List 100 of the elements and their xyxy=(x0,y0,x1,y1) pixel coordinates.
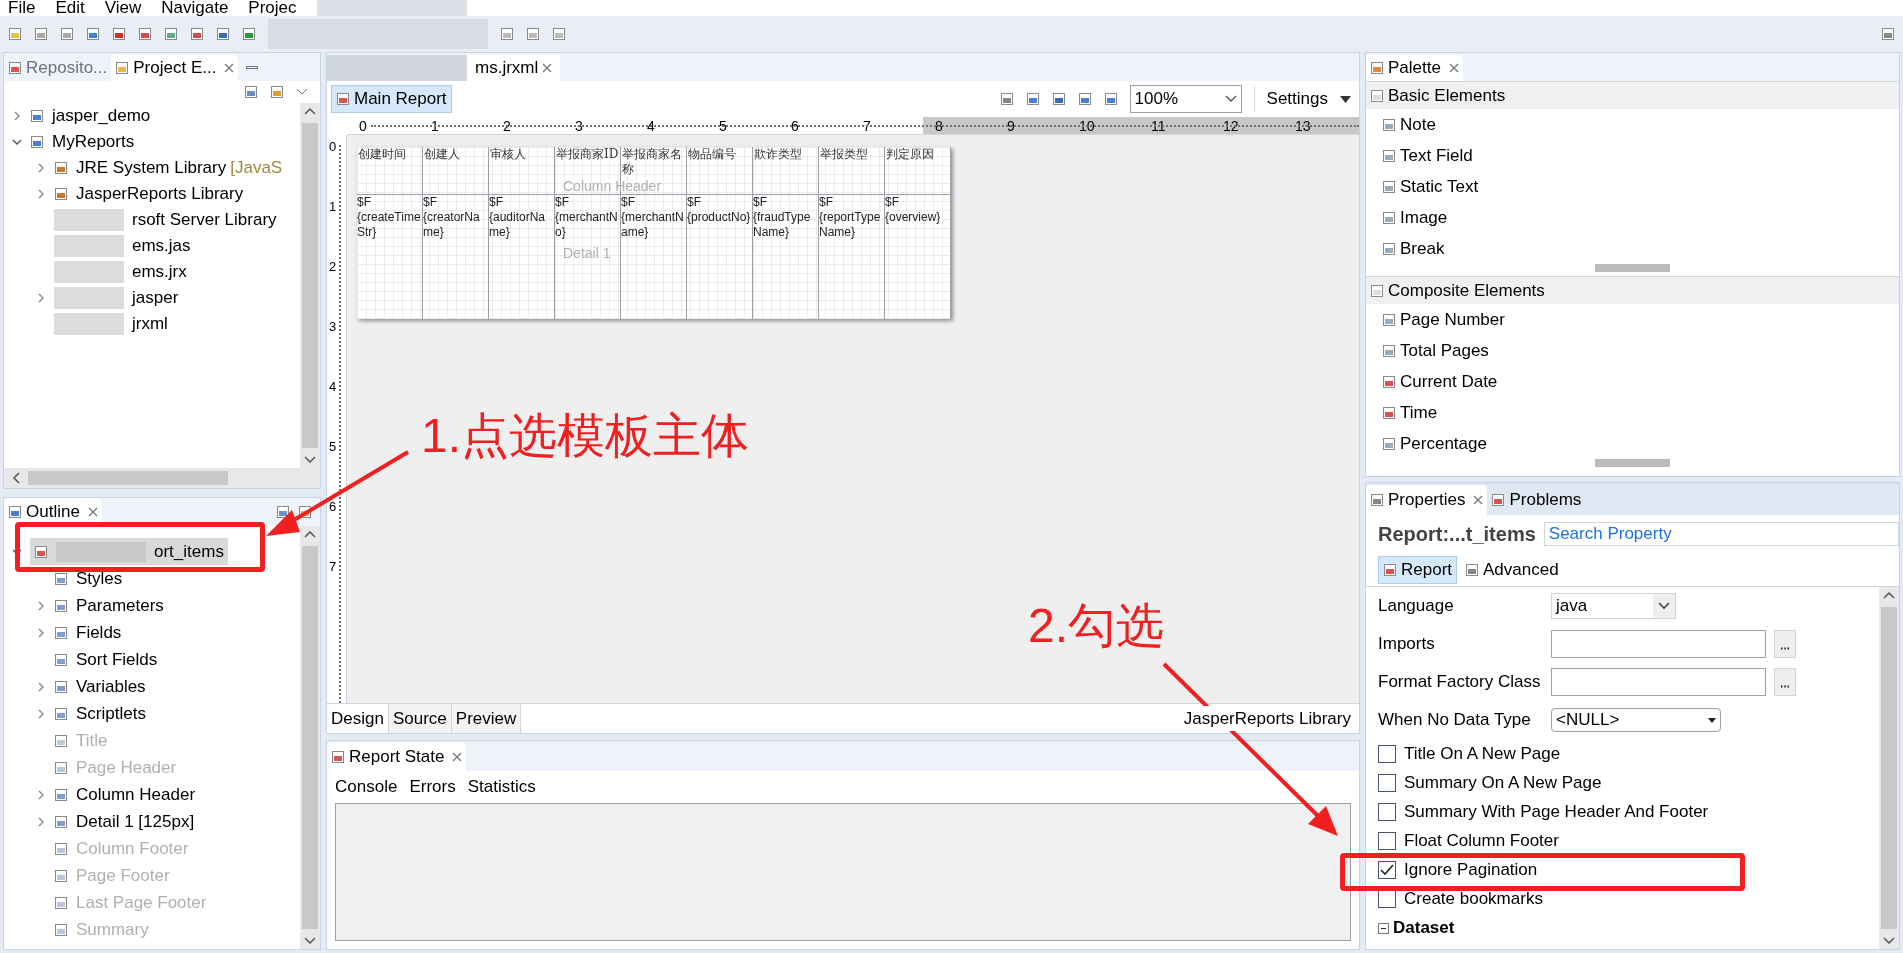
property-input[interactable] xyxy=(1551,630,1766,658)
language-dropdown[interactable]: java xyxy=(1551,593,1676,619)
palette-item[interactable]: Image xyxy=(1366,202,1899,233)
search-field[interactable]: Search Property xyxy=(1543,522,1899,546)
editor-mode-tab[interactable]: Preview xyxy=(451,704,522,733)
column-header-field[interactable]: 举报类型 xyxy=(820,147,868,162)
view-menu-icon[interactable] xyxy=(296,88,308,96)
palette-item[interactable]: Static Text xyxy=(1366,171,1899,202)
menu-item[interactable]: Projec xyxy=(248,0,297,16)
detail-text-field[interactable]: $F {merchantNo} xyxy=(555,195,620,240)
close-icon[interactable] xyxy=(1473,495,1484,505)
palette-item[interactable]: Percentage xyxy=(1366,428,1899,459)
tree-item[interactable]: Styles xyxy=(12,565,300,592)
tree-item[interactable]: Scriptlets xyxy=(12,700,300,727)
detail-text-field[interactable]: $F {productNo} xyxy=(687,195,752,225)
menu-item[interactable]: Navigate xyxy=(161,0,229,16)
menu-item[interactable]: View xyxy=(104,0,142,16)
tree-item[interactable]: jrxml xyxy=(12,311,300,337)
close-icon[interactable] xyxy=(452,752,463,762)
scrollbar[interactable] xyxy=(300,103,320,468)
palette-item[interactable]: Note xyxy=(1366,109,1899,140)
close-icon[interactable] xyxy=(542,63,553,73)
scroll-thumb[interactable] xyxy=(28,471,228,485)
close-icon[interactable] xyxy=(87,507,98,517)
zoom-dropdown[interactable]: 100% xyxy=(1129,85,1242,113)
palette-group-header[interactable]: Basic Elements xyxy=(1366,81,1899,109)
checkbox[interactable] xyxy=(1378,860,1396,879)
column-header-field[interactable]: 审核人 xyxy=(490,147,526,162)
tree-item[interactable]: MyReports xyxy=(12,129,300,155)
scroll-left-icon[interactable] xyxy=(12,472,20,484)
menu-item[interactable]: File xyxy=(8,0,36,16)
detail-text-field[interactable]: $F {createTimeStr} xyxy=(357,195,422,240)
tree-item[interactable]: Variables xyxy=(12,673,300,700)
column-header-field[interactable]: 欺诈类型 xyxy=(754,147,802,162)
scroll-up-icon[interactable] xyxy=(1883,591,1895,599)
column-header-field[interactable]: 举报商家名称 xyxy=(622,147,685,177)
tree-item[interactable]: jasper xyxy=(12,285,300,311)
tree-item[interactable]: Column Header xyxy=(12,781,300,808)
view-tab[interactable]: Properties xyxy=(1366,485,1488,515)
scroll-up-icon[interactable] xyxy=(304,107,316,115)
checkbox[interactable] xyxy=(1378,744,1396,763)
detail-text-field[interactable]: $F {fraudTypeName} xyxy=(753,195,818,240)
palette-item[interactable]: Page Number xyxy=(1366,304,1899,335)
detail-text-field[interactable]: $F {overview} xyxy=(885,195,950,225)
view-tab[interactable]: Project E... xyxy=(111,55,239,81)
palette-item[interactable]: Current Date xyxy=(1366,366,1899,397)
detail-text-field[interactable]: $F {reportTypeName} xyxy=(819,195,884,240)
tree-item[interactable]: ems.jrx xyxy=(12,259,300,285)
scroll-down-icon[interactable] xyxy=(1883,937,1895,945)
palette-item[interactable]: Text Field xyxy=(1366,140,1899,171)
main-report-tab[interactable]: Main Report xyxy=(331,85,452,113)
checkbox[interactable] xyxy=(1378,802,1396,821)
properties-subtab[interactable]: Report xyxy=(1378,555,1458,584)
close-icon[interactable] xyxy=(224,63,235,73)
scroll-thumb[interactable] xyxy=(302,546,318,929)
collapse-section-icon[interactable] xyxy=(1378,922,1389,934)
editor-tab[interactable]: ms.jrxml xyxy=(467,55,561,81)
view-tab[interactable]: Palette xyxy=(1366,55,1463,81)
column-header-field[interactable]: 判定原因 xyxy=(886,147,934,162)
tree-item[interactable]: ems.jas xyxy=(12,233,300,259)
view-tab[interactable]: Report State xyxy=(327,743,467,771)
minimize-icon[interactable] xyxy=(246,66,259,69)
scroll-thumb[interactable] xyxy=(302,123,318,448)
view-tab[interactable]: Reposito... xyxy=(4,55,112,81)
scroll-down-icon[interactable] xyxy=(304,456,316,464)
scrollbar[interactable] xyxy=(300,526,320,949)
tree-item[interactable]: jasper_demo xyxy=(12,103,300,129)
checkbox[interactable] xyxy=(1378,773,1396,792)
tree-item[interactable]: Fields xyxy=(12,619,300,646)
scroll-down-icon[interactable] xyxy=(304,937,316,945)
editor-mode-tab[interactable]: Source xyxy=(388,704,452,733)
tree-item[interactable]: Sort Fields xyxy=(12,646,300,673)
palette-item[interactable]: Break xyxy=(1366,233,1899,264)
tree-item[interactable]: Parameters xyxy=(12,592,300,619)
palette-group-header[interactable]: Composite Elements xyxy=(1366,276,1899,304)
tree-item[interactable]: Detail 1 [125px] xyxy=(12,808,300,835)
settings-dropdown[interactable]: Settings xyxy=(1253,86,1351,112)
state-tab[interactable]: Errors xyxy=(409,774,456,800)
tree-item[interactable]: JRE System Library [JavaS xyxy=(12,155,300,181)
view-tab[interactable]: Problems xyxy=(1487,485,1586,515)
horizontal-scrollbar[interactable] xyxy=(4,468,320,488)
state-tab[interactable]: Console xyxy=(335,774,398,800)
no-data-type-dropdown[interactable]: <NULL> xyxy=(1551,708,1721,732)
menu-item[interactable]: Edit xyxy=(55,0,85,16)
scroll-thumb[interactable] xyxy=(1881,607,1897,929)
checkbox[interactable] xyxy=(1378,831,1396,850)
report-page[interactable] xyxy=(357,147,951,319)
palette-item[interactable]: Total Pages xyxy=(1366,335,1899,366)
detail-text-field[interactable]: $F {auditorName} xyxy=(489,195,554,240)
property-input[interactable] xyxy=(1551,668,1766,696)
column-header-field[interactable]: 举报商家ID xyxy=(556,147,619,162)
column-header-field[interactable]: 创建时间 xyxy=(358,147,406,162)
detail-text-field[interactable]: $F {merchantName} xyxy=(621,195,686,240)
scroll-up-icon[interactable] xyxy=(304,530,316,538)
properties-subtab[interactable]: Advanced xyxy=(1461,555,1563,584)
tree-item[interactable]: JasperReports Library xyxy=(12,181,300,207)
scrollbar[interactable] xyxy=(1879,587,1899,949)
close-icon[interactable] xyxy=(1448,63,1459,73)
column-header-field[interactable]: 物品编号 xyxy=(688,147,736,162)
tree-item[interactable]: ort_items xyxy=(30,538,228,565)
